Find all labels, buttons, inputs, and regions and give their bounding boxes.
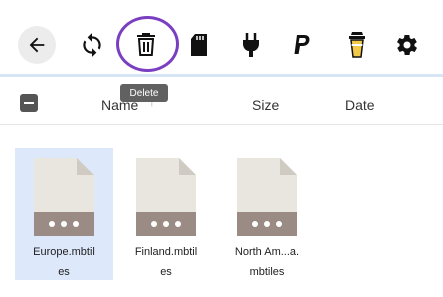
file-list-header: Name ↑ Size Date (0, 86, 443, 124)
trash-icon (137, 33, 155, 56)
file-icon (34, 158, 94, 236)
back-button[interactable] (18, 26, 56, 64)
toolbar-divider (0, 74, 443, 77)
sd-card-icon (191, 34, 207, 56)
refresh-button[interactable] (73, 26, 111, 64)
header-divider (0, 124, 443, 125)
file-icon (237, 158, 297, 236)
sd-card-button[interactable] (180, 26, 218, 64)
plug-icon (243, 33, 259, 57)
delete-button[interactable] (124, 22, 168, 66)
delete-tooltip: Delete (120, 84, 168, 102)
file-item-finland[interactable]: Finland.mbtil es (117, 148, 215, 280)
plug-button[interactable] (232, 26, 270, 64)
coffee-cup-icon (349, 32, 365, 58)
file-name: North Am...a. mbtiles (234, 246, 300, 278)
file-item-europe[interactable]: Europe.mbtil es (15, 148, 113, 280)
select-all-checkbox[interactable] (20, 94, 38, 112)
toolbar (0, 0, 443, 82)
file-icon (136, 158, 196, 236)
column-header-date[interactable]: Date (345, 97, 375, 113)
refresh-icon (83, 33, 101, 57)
column-header-size[interactable]: Size (252, 97, 279, 113)
file-item-north-america[interactable]: North Am...a. mbtiles (218, 148, 316, 280)
back-icon (29, 37, 45, 53)
file-name: Europe.mbtil es (33, 246, 95, 278)
paypal-icon (294, 35, 310, 54)
settings-button[interactable] (388, 26, 426, 64)
gear-icon (397, 35, 417, 55)
paypal-button[interactable] (283, 26, 321, 64)
file-name: Finland.mbtil es (134, 246, 198, 278)
coffee-cup-button[interactable] (338, 26, 376, 64)
